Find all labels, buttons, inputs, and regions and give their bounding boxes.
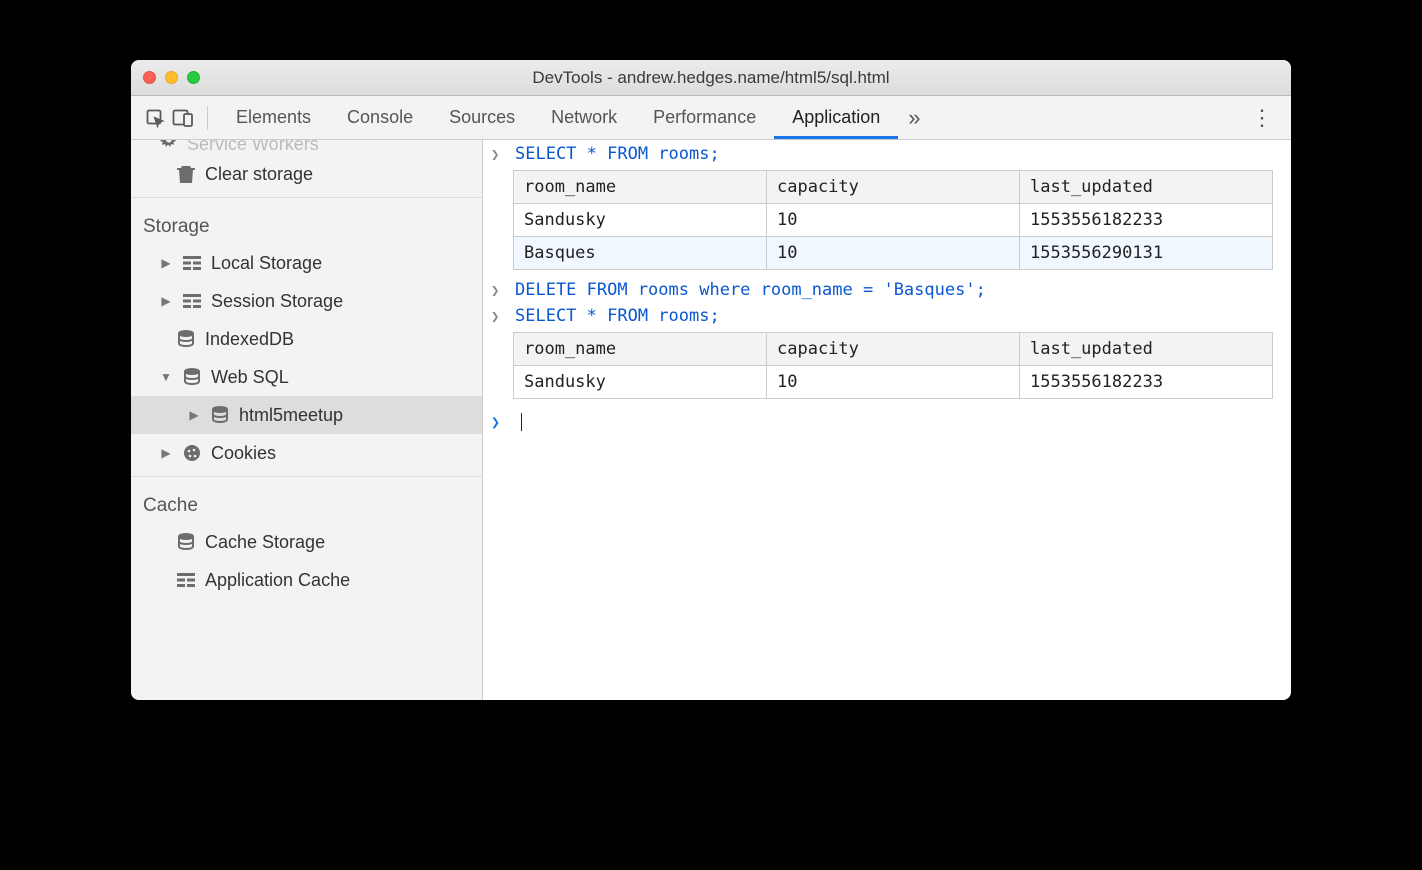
sidebar-item-label: Application Cache: [205, 570, 350, 591]
sidebar-item-html5meetup[interactable]: ▶ html5meetup: [131, 396, 482, 434]
table-cell: 1553556290131: [1020, 237, 1273, 270]
divider: [207, 106, 208, 130]
chevron-right-icon: ▶: [159, 256, 173, 270]
arrow-icon: ❯: [491, 144, 509, 164]
sidebar-item-cache-storage[interactable]: Cache Storage: [131, 523, 482, 561]
overflow-icon[interactable]: »: [908, 105, 920, 131]
body: Service Workers Clear storage Storage ▶ …: [131, 140, 1291, 700]
database-icon: [181, 366, 203, 388]
device-toggle-icon[interactable]: [169, 104, 197, 132]
table-cell: Basques: [514, 237, 767, 270]
sidebar-item-service-workers[interactable]: Service Workers: [131, 140, 482, 155]
result-table: room_namecapacitylast_updatedSandusky101…: [513, 170, 1273, 270]
tab-network[interactable]: Network: [533, 96, 635, 139]
table-cell: 1553556182233: [1020, 366, 1273, 399]
chevron-right-icon: ▶: [159, 446, 173, 460]
sql-statement: ❯ SELECT * FROM rooms;: [483, 140, 1291, 166]
kebab-menu-icon[interactable]: ⋮: [1243, 105, 1281, 131]
titlebar: DevTools - andrew.hedges.name/html5/sql.…: [131, 60, 1291, 96]
table-cell: 1553556182233: [1020, 204, 1273, 237]
table-header: room_name: [514, 333, 767, 366]
storage-grid-icon: [181, 290, 203, 312]
table-cell: Sandusky: [514, 204, 767, 237]
sidebar-item-label: html5meetup: [239, 405, 343, 426]
sidebar-item-application-cache[interactable]: Application Cache: [131, 561, 482, 599]
sql-statement: ❯ DELETE FROM rooms where room_name = 'Ba…: [483, 276, 1291, 302]
sidebar-item-indexeddb[interactable]: IndexedDB: [131, 320, 482, 358]
sidebar-item-label: Clear storage: [205, 164, 313, 185]
sidebar-item-cookies[interactable]: ▶ Cookies: [131, 434, 482, 472]
table-cell: 10: [767, 366, 1020, 399]
table-cell: 10: [767, 204, 1020, 237]
traffic-lights: [143, 71, 200, 84]
inspect-icon[interactable]: [141, 104, 169, 132]
chevron-right-icon: ▶: [159, 294, 173, 308]
sql-text: SELECT * FROM rooms;: [515, 306, 720, 326]
arrow-icon: ❯: [491, 280, 509, 300]
section-cache: Cache: [131, 481, 482, 523]
prompt-arrow-icon: ❯: [491, 413, 509, 431]
tab-sources[interactable]: Sources: [431, 96, 533, 139]
tab-application[interactable]: Application: [774, 96, 898, 139]
chevron-right-icon: ▶: [187, 408, 201, 422]
sidebar-item-clear-storage[interactable]: Clear storage: [131, 155, 482, 193]
database-icon: [175, 328, 197, 350]
sql-console: ❯SELECT * FROM rooms;room_namecapacityla…: [483, 140, 1291, 700]
minimize-icon[interactable]: [165, 71, 178, 84]
table-header: capacity: [767, 171, 1020, 204]
sidebar-item-label: IndexedDB: [205, 329, 294, 350]
sql-text: DELETE FROM rooms where room_name = 'Bas…: [515, 280, 986, 300]
tab-performance[interactable]: Performance: [635, 96, 774, 139]
table-row[interactable]: Sandusky101553556182233: [514, 204, 1273, 237]
arrow-icon: ❯: [491, 306, 509, 326]
devtools-window: DevTools - andrew.hedges.name/html5/sql.…: [131, 60, 1291, 700]
gear-icon: [159, 140, 179, 150]
tab-bar: Elements Console Sources Network Perform…: [131, 96, 1291, 140]
sidebar-item-label: Cache Storage: [205, 532, 325, 553]
database-icon: [175, 531, 197, 553]
table-cell: Sandusky: [514, 366, 767, 399]
text-cursor: [521, 413, 522, 431]
window-title: DevTools - andrew.hedges.name/html5/sql.…: [131, 68, 1291, 88]
result-table: room_namecapacitylast_updatedSandusky101…: [513, 332, 1273, 399]
table-header: last_updated: [1020, 333, 1273, 366]
storage-grid-icon: [175, 569, 197, 591]
table-row[interactable]: Basques101553556290131: [514, 237, 1273, 270]
sidebar-item-label: Service Workers: [187, 140, 319, 155]
close-icon[interactable]: [143, 71, 156, 84]
storage-grid-icon: [181, 252, 203, 274]
sidebar-item-label: Local Storage: [211, 253, 322, 274]
tab-console[interactable]: Console: [329, 96, 431, 139]
sidebar-item-local-storage[interactable]: ▶ Local Storage: [131, 244, 482, 282]
sidebar-item-label: Web SQL: [211, 367, 289, 388]
table-row[interactable]: Sandusky101553556182233: [514, 366, 1273, 399]
divider: [131, 476, 482, 477]
cookie-icon: [181, 442, 203, 464]
table-header: capacity: [767, 333, 1020, 366]
maximize-icon[interactable]: [187, 71, 200, 84]
sidebar-item-label: Session Storage: [211, 291, 343, 312]
divider: [131, 197, 482, 198]
sidebar-item-web-sql[interactable]: ▼ Web SQL: [131, 358, 482, 396]
sql-text: SELECT * FROM rooms;: [515, 144, 720, 164]
table-header: last_updated: [1020, 171, 1273, 204]
sidebar-item-session-storage[interactable]: ▶ Session Storage: [131, 282, 482, 320]
table-cell: 10: [767, 237, 1020, 270]
database-icon: [209, 404, 231, 426]
chevron-down-icon: ▼: [159, 370, 173, 384]
sidebar: Service Workers Clear storage Storage ▶ …: [131, 140, 483, 700]
trash-icon: [175, 163, 197, 185]
tab-elements[interactable]: Elements: [218, 96, 329, 139]
sql-prompt[interactable]: ❯: [483, 405, 1291, 439]
table-header: room_name: [514, 171, 767, 204]
sidebar-item-label: Cookies: [211, 443, 276, 464]
sql-statement: ❯ SELECT * FROM rooms;: [483, 302, 1291, 328]
section-storage: Storage: [131, 202, 482, 244]
